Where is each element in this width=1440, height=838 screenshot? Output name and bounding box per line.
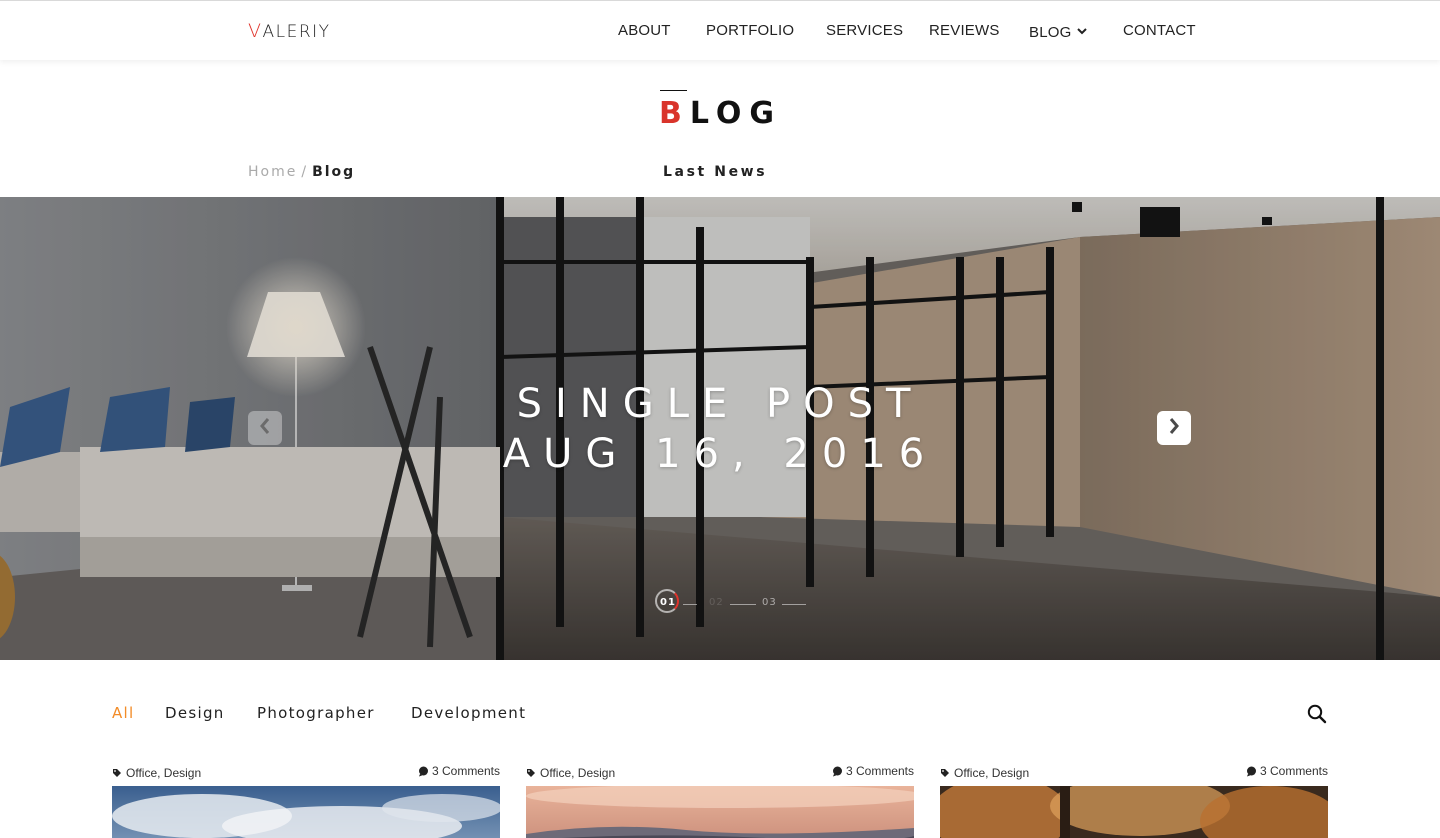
comment-icon	[832, 766, 843, 780]
nav-blog-label: BLOG	[1029, 24, 1072, 41]
post-comments-link[interactable]: 3 Comments	[418, 764, 500, 780]
post-comments-count: 3 Comments	[845, 764, 914, 778]
post-meta: Office, Design 3 Comments	[940, 764, 1328, 782]
post-tag[interactable]: Design	[992, 766, 1029, 780]
title-rule	[660, 90, 687, 91]
tag-icon	[112, 767, 122, 781]
site-header: VALERIY ABOUT PORTFOLIO SERVICES REVIEWS…	[0, 0, 1440, 60]
page-title-rest: LOG	[689, 96, 783, 131]
page-title-initial: B	[659, 96, 690, 131]
search-icon[interactable]	[1307, 704, 1329, 726]
page-subtitle: Last News	[663, 164, 768, 180]
slide-title-line2: AUG 16, 2016	[502, 431, 938, 477]
page-dot-1[interactable]: 01	[660, 597, 676, 608]
post-meta: Office, Design 3 Comments	[112, 764, 500, 782]
page-dot-2[interactable]: 02	[709, 597, 724, 608]
post-card[interactable]: Office, Design 3 Comments	[940, 762, 1328, 838]
post-tags: Office, Design	[112, 766, 201, 781]
post-tags: Office, Design	[940, 766, 1029, 781]
chevron-left-icon	[258, 417, 272, 439]
post-card[interactable]: Office, Design 3 Comments	[526, 762, 914, 838]
post-thumbnail[interactable]	[112, 786, 500, 838]
filter-design[interactable]: Design	[165, 704, 225, 722]
filter-all[interactable]: All	[112, 704, 135, 722]
post-meta: Office, Design 3 Comments	[526, 764, 914, 782]
post-comments-link[interactable]: 3 Comments	[832, 764, 914, 780]
nav-contact[interactable]: CONTACT	[1123, 22, 1196, 39]
post-comments-link[interactable]: 3 Comments	[1246, 764, 1328, 780]
breadcrumb: Home / Blog	[248, 164, 355, 180]
post-card[interactable]: Office, Design 3 Comments	[112, 762, 500, 838]
post-tags: Office, Design	[526, 766, 615, 781]
nav-reviews[interactable]: REVIEWS	[929, 22, 1000, 39]
page-title: BLOG	[659, 96, 782, 131]
filter-development[interactable]: Development	[411, 704, 526, 722]
slider-next-button[interactable]	[1157, 411, 1191, 445]
breadcrumb-current: Blog	[312, 164, 356, 180]
category-filters: All Design Photographer Development	[112, 704, 1352, 728]
post-tag[interactable]: Design	[578, 766, 615, 780]
nav-portfolio[interactable]: PORTFOLIO	[706, 22, 794, 39]
chevron-down-icon	[1077, 22, 1088, 39]
post-tag[interactable]: Office	[540, 766, 571, 780]
filter-photographer[interactable]: Photographer	[257, 704, 375, 722]
page-dot-3[interactable]: 03	[762, 597, 777, 608]
slider-pagination: 01 02 03	[655, 589, 825, 617]
tag-icon	[526, 767, 536, 781]
nav-services[interactable]: SERVICES	[826, 22, 903, 39]
hero-background-image	[0, 197, 1440, 660]
post-tag[interactable]: Design	[164, 766, 201, 780]
post-tag[interactable]: Office	[954, 766, 985, 780]
main-nav: ABOUT PORTFOLIO SERVICES REVIEWS BLOG CO…	[0, 22, 1440, 42]
comment-icon	[418, 766, 429, 780]
breadcrumb-home[interactable]: Home	[248, 164, 297, 180]
hero-slider: SINGLE POST AUG 16, 2016 01 02 03	[0, 197, 1440, 660]
chevron-right-icon	[1167, 417, 1181, 439]
tag-icon	[940, 767, 950, 781]
pager-divider	[683, 604, 697, 605]
post-thumbnail[interactable]	[526, 786, 914, 838]
slider-prev-button[interactable]	[248, 411, 282, 445]
breadcrumb-separator: /	[301, 164, 309, 180]
pager-divider	[730, 604, 756, 605]
post-thumbnail[interactable]	[940, 786, 1328, 838]
slide-title-line1: SINGLE POST	[516, 381, 924, 427]
post-comments-count: 3 Comments	[1259, 764, 1328, 778]
comment-icon	[1246, 766, 1257, 780]
post-tag[interactable]: Office	[126, 766, 157, 780]
pager-divider	[782, 604, 806, 605]
nav-blog[interactable]: BLOG	[1029, 22, 1088, 41]
post-comments-count: 3 Comments	[431, 764, 500, 778]
nav-about[interactable]: ABOUT	[618, 22, 671, 39]
